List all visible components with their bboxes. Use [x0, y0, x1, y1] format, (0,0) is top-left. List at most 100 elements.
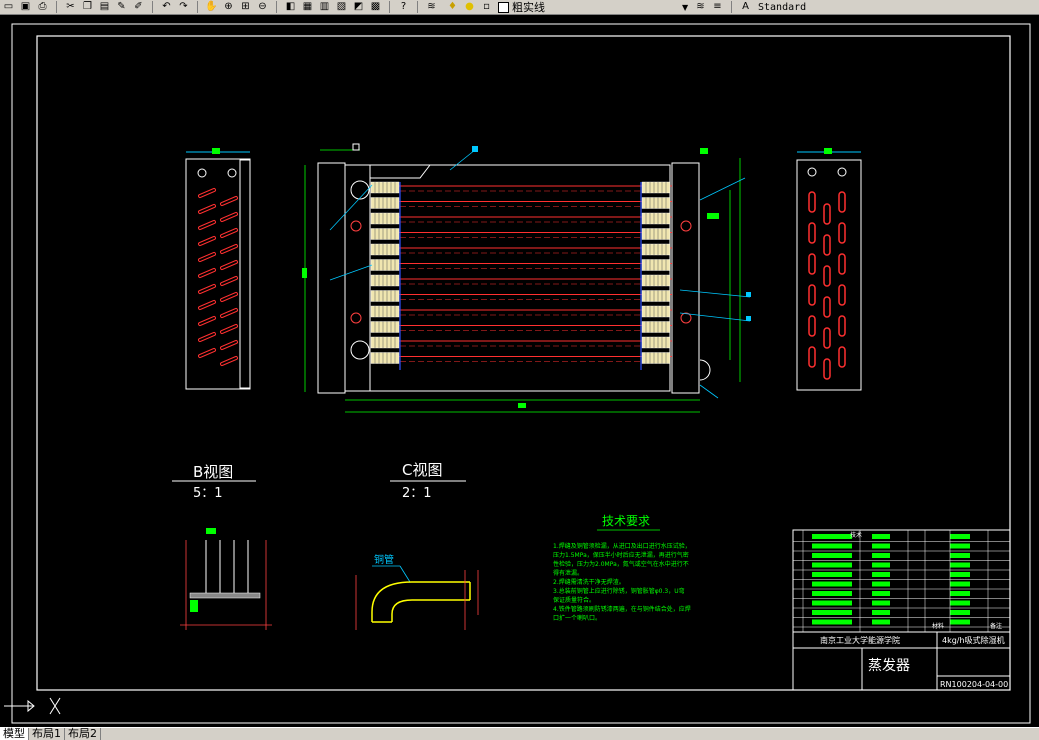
layout-tabs-bar: 模型 布局1 布局2	[0, 727, 1039, 740]
standard-toolbar: ▭ ▣ ⎙ ✂ ❐ ▤ ✎ ✐ ↶ ↷ ✋ ⊕ ⊞ ⊖ ◧ ▦ ▥ ▧ ◩ ▩ …	[0, 0, 1039, 15]
copy-icon[interactable]: ❐	[81, 1, 94, 13]
toolbar-separator	[731, 1, 732, 13]
view-b-detail	[180, 528, 272, 630]
brush-icon[interactable]: ✐	[132, 1, 145, 13]
bom-remark-header: 备注	[990, 622, 1002, 630]
tube-label: 铜管	[374, 553, 394, 566]
paste-icon[interactable]: ▤	[98, 1, 111, 13]
tube-slot	[823, 203, 831, 225]
tab-model[interactable]: 模型	[0, 728, 29, 740]
bom-cell-fill	[872, 619, 890, 625]
tech-line: 2.焊缝需清洗干净无焊渣。	[553, 578, 625, 586]
color-icon	[498, 1, 509, 13]
view-b-title: B视图	[193, 463, 233, 481]
tech-line: 4.铁件管路须刷防锈漆两遍，在与铜件结合处，应焊	[553, 605, 691, 613]
bom-cell-fill	[950, 600, 970, 606]
toolbar-separator	[197, 1, 198, 13]
tube-slot	[838, 191, 846, 213]
bom-cell-fill	[950, 572, 970, 577]
zoom-previous-icon[interactable]: ⊖	[256, 1, 269, 13]
bom-cell-fill	[812, 591, 852, 596]
layer-states-icon[interactable]: ≡	[711, 1, 724, 13]
bom-cell-fill	[950, 610, 970, 615]
view-b-scale: 5：1	[193, 486, 223, 501]
tube-slot	[838, 284, 846, 306]
print-icon[interactable]: ⎙	[36, 1, 49, 13]
toolbar-separator	[152, 1, 153, 13]
tech-line: 得有泄漏。	[553, 569, 583, 577]
school-name: 南京工业大学能源学院	[820, 635, 900, 645]
view-c-title: C视图	[402, 461, 442, 479]
layer-previous-icon[interactable]: ≋	[694, 1, 707, 13]
help-icon[interactable]: ?	[397, 1, 410, 13]
layer-name: 粗实线	[512, 1, 545, 14]
view-c-scale: 2：1	[402, 486, 432, 501]
folder-icon[interactable]: ▭	[2, 1, 15, 13]
bom-cell-fill	[872, 610, 890, 615]
tech-line: 压力1.5MPa，保压半小时后应无泄漏，再进行气密	[553, 551, 689, 559]
part-name: 蒸发器	[868, 658, 910, 674]
bom-cell-fill	[950, 534, 970, 539]
tech-line: 保证质量符合。	[553, 596, 595, 604]
properties-icon[interactable]: ◧	[284, 1, 297, 13]
zoom-window-icon[interactable]: ⊞	[239, 1, 252, 13]
pan-icon[interactable]: ✋	[205, 1, 218, 13]
bom-cell-fill	[812, 534, 852, 539]
tube-slot	[808, 346, 816, 368]
bom-row-label: 技术	[850, 531, 862, 539]
bom-cell-fill	[812, 553, 852, 558]
bom-cell-fill	[812, 581, 852, 587]
undo-icon[interactable]: ↶	[160, 1, 173, 13]
tab-layout2[interactable]: 布局2	[65, 728, 101, 740]
bom-cell-fill	[950, 562, 970, 568]
text-style-select[interactable]: Standard	[758, 2, 806, 13]
match-props-icon[interactable]: ✎	[115, 1, 128, 13]
zoom-realtime-icon[interactable]: ⊕	[222, 1, 235, 13]
product-name: 4kg/h吸式除湿机	[942, 635, 1005, 645]
sheetset-icon[interactable]: ▧	[335, 1, 348, 13]
tech-line: 口扩一个喇叭口。	[553, 614, 601, 622]
bom-cell-fill	[812, 543, 852, 549]
bom-cell-fill	[950, 581, 970, 587]
save-icon[interactable]: ▣	[19, 1, 32, 13]
sheet-inner-border	[36, 35, 1011, 691]
cut-icon[interactable]: ✂	[64, 1, 77, 13]
tube-slot	[823, 327, 831, 349]
main-front-view	[302, 143, 751, 413]
redo-icon[interactable]: ↷	[177, 1, 190, 13]
markup-icon[interactable]: ◩	[352, 1, 365, 13]
lightbulb-icon[interactable]: ♦	[446, 1, 459, 13]
bom-cell-fill	[872, 534, 890, 539]
tube-slot	[808, 191, 816, 213]
layer-control[interactable]: ♦ ● ▫ 粗实线 ▼	[444, 0, 692, 14]
layer-manager-icon[interactable]: ≋	[425, 1, 438, 13]
model-space-canvas[interactable]: B视图 5：1 C视图 2：1 铜管 技术要求 1.焊缝及铜管须检漏，从进口及出…	[0, 15, 1039, 726]
tool-palette-icon[interactable]: ▥	[318, 1, 331, 13]
tech-line: 1.焊缝及铜管须检漏，从进口及出口进行水压试验，	[553, 542, 691, 550]
calculator-icon[interactable]: ▩	[369, 1, 382, 13]
bom-cell-fill	[872, 591, 890, 596]
tab-layout1[interactable]: 布局1	[29, 728, 65, 740]
tube-slot	[823, 296, 831, 318]
bom-cell-fill	[812, 619, 852, 625]
tube-slot	[823, 234, 831, 256]
tech-line: 3.总装前铜管上应进行除锈，铜管胀管φ0.3，U弯	[553, 587, 685, 595]
sun-icon[interactable]: ●	[463, 1, 476, 13]
design-center-icon[interactable]: ▦	[301, 1, 314, 13]
lock-icon[interactable]: ▫	[480, 1, 493, 13]
bom-material-header: 材料	[932, 622, 944, 630]
tube-slot	[838, 315, 846, 337]
bom-cell-fill	[872, 553, 890, 558]
tube-slot	[823, 265, 831, 287]
bom-cell-fill	[812, 562, 852, 568]
text-style-icon[interactable]: A	[739, 1, 752, 13]
drawing-number: RN100204-04-00	[940, 680, 1008, 689]
tube-slot	[838, 222, 846, 244]
sheet-outer-border	[11, 23, 1031, 724]
tech-requirements-title: 技术要求	[602, 514, 650, 528]
tube-slot	[823, 358, 831, 380]
chevron-down-icon[interactable]: ▼	[682, 3, 692, 12]
bom-cell-fill	[872, 600, 890, 606]
title-block: 南京工业大学能源学院 4kg/h吸式除湿机 蒸发器 RN100204-04-00…	[792, 529, 1011, 691]
toolbar-separator	[389, 1, 390, 13]
